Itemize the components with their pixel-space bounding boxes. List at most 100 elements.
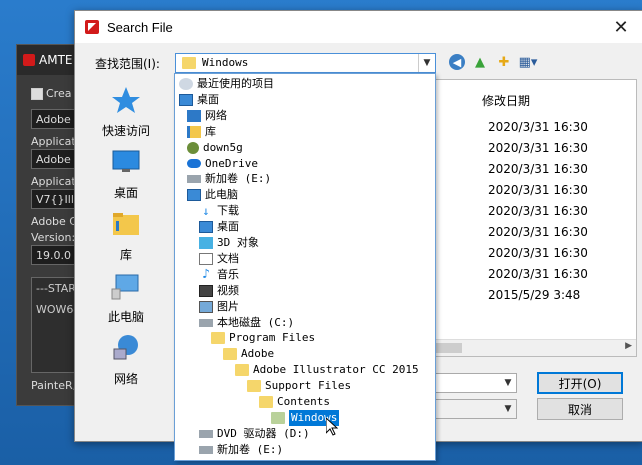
look-in-dropdown-list[interactable]: 最近使用的项目 桌面 网络库 down5g OneDrive 新加卷 (E:) 此电脑 ↓ 下载… bbox=[174, 73, 436, 461]
desktop-icon bbox=[112, 150, 140, 172]
dropdown-item-label: Program Files bbox=[229, 331, 316, 345]
dropdown-item-label: 新加卷 (E:) bbox=[217, 442, 284, 456]
dropdown-item[interactable]: Adobe bbox=[223, 346, 274, 362]
dropdown-item[interactable]: 桌面 bbox=[179, 92, 219, 108]
scroll-right-icon[interactable]: ▶ bbox=[625, 341, 632, 351]
file-date: 2020/3/31 16:30 bbox=[488, 225, 588, 239]
place-label: 库 bbox=[119, 248, 132, 262]
file-date: 2020/3/31 16:30 bbox=[488, 162, 588, 176]
app-logo-icon bbox=[85, 20, 99, 34]
dropdown-item-label: 网络 bbox=[205, 108, 227, 122]
dropdown-item[interactable]: DVD 驱动器 (D:) bbox=[199, 426, 310, 442]
monitor-icon bbox=[187, 189, 201, 202]
dropdown-item[interactable]: 图片 bbox=[199, 299, 239, 315]
dropdown-item[interactable]: 新加卷 (E:) bbox=[187, 171, 271, 187]
dropdown-item[interactable]: 3D 对象 bbox=[199, 235, 259, 251]
dropdown-item[interactable]: 此电脑 bbox=[187, 187, 238, 203]
cancel-button[interactable]: 取消 bbox=[537, 398, 623, 420]
dropdown-item[interactable]: 网络 bbox=[187, 108, 227, 124]
dropdown-item-label: Adobe Illustrator CC 2015 bbox=[253, 363, 419, 377]
music-icon: ♪ bbox=[202, 266, 210, 282]
new-folder-button[interactable]: ✚ bbox=[495, 53, 513, 71]
file-date: 2020/3/31 16:30 bbox=[488, 204, 588, 218]
dropdown-item-label: Contents bbox=[277, 395, 330, 408]
look-in-label: 查找范围(I): bbox=[95, 57, 160, 71]
pic-icon bbox=[199, 300, 213, 313]
folder-icon bbox=[259, 396, 273, 408]
dialog-title: Search File bbox=[107, 19, 173, 35]
dropdown-item-label: Support Files bbox=[265, 379, 352, 393]
folder-icon bbox=[211, 332, 225, 345]
dropdown-item[interactable]: Program Files bbox=[211, 330, 315, 346]
dropdown-item[interactable]: 桌面 bbox=[199, 219, 239, 235]
dropdown-item[interactable]: 新加卷 (E:) bbox=[199, 442, 283, 458]
dropdown-item-label: 本地磁盘 (C:) bbox=[217, 315, 295, 329]
folder-sel-icon bbox=[271, 411, 285, 424]
dropdown-item-label: 视频 bbox=[217, 283, 239, 297]
back-button[interactable]: ◀ bbox=[449, 54, 465, 70]
dropdown-item-label: 下载 bbox=[217, 204, 239, 218]
background-window-title: AMTE bbox=[39, 53, 73, 67]
arrowdl-icon: ↓ bbox=[202, 204, 210, 219]
place-label: 桌面 bbox=[113, 186, 138, 200]
column-header-modified[interactable]: 修改日期 bbox=[482, 92, 530, 109]
up-folder-button[interactable]: ▲ bbox=[471, 53, 489, 71]
place-label: 快速访问 bbox=[101, 124, 150, 138]
dropdown-item-label: 库 bbox=[205, 124, 216, 138]
dropdown-item[interactable]: 本地磁盘 (C:) bbox=[199, 315, 294, 331]
net-icon bbox=[187, 109, 201, 122]
dropdown-item-label: down5g bbox=[203, 140, 243, 154]
dropdown-item[interactable]: 视频 bbox=[199, 283, 239, 299]
close-button[interactable]: ✕ bbox=[599, 11, 642, 43]
dropdown-item-label: 新加卷 (E:) bbox=[205, 172, 272, 186]
place-quick-access[interactable]: 快速访问 bbox=[85, 85, 167, 139]
folder-icon bbox=[247, 380, 261, 393]
dropdown-item[interactable]: Support Files bbox=[247, 378, 351, 394]
cloud-icon bbox=[187, 159, 201, 168]
star-icon bbox=[112, 87, 140, 113]
chevron-down-icon[interactable]: ▼ bbox=[418, 54, 435, 72]
dropdown-item[interactable]: Adobe Illustrator CC 2015 bbox=[235, 362, 419, 378]
chevron-down-icon[interactable]: ▼ bbox=[500, 400, 516, 418]
dropdown-item[interactable]: OneDrive bbox=[187, 156, 258, 172]
dropdown-item-label: 音乐 bbox=[217, 267, 239, 281]
dropdown-item[interactable]: ♪ 音乐 bbox=[199, 267, 239, 283]
view-menu-button[interactable]: ▦▾ bbox=[519, 53, 538, 71]
open-button[interactable]: 打开(O) bbox=[537, 372, 623, 394]
file-date: 2020/3/31 16:30 bbox=[488, 267, 588, 281]
nav-toolbar: ◀ ▲ ✚ ▦▾ bbox=[449, 53, 537, 71]
dropdown-item[interactable]: 最近使用的项目 bbox=[179, 76, 274, 92]
dialog-titlebar[interactable]: Search File ✕ bbox=[75, 11, 642, 43]
place-network[interactable]: 网络 bbox=[85, 333, 167, 387]
checkbox-icon[interactable] bbox=[31, 88, 43, 100]
place-this-pc[interactable]: 此电脑 bbox=[85, 271, 167, 325]
dropdown-item[interactable]: Contents bbox=[259, 394, 330, 410]
dropdown-item[interactable]: down5g bbox=[187, 140, 243, 156]
dropdown-item-label: 图片 bbox=[217, 299, 239, 313]
monitor-icon bbox=[199, 221, 213, 234]
folder-icon bbox=[235, 364, 249, 377]
places-bar: 快速访问 桌面 库 此电脑 网络 bbox=[85, 81, 167, 401]
mouse-cursor-icon bbox=[326, 418, 338, 436]
chevron-down-icon[interactable]: ▼ bbox=[500, 374, 516, 392]
file-date: 2015/5/29 3:48 bbox=[488, 288, 581, 302]
app-logo-icon bbox=[23, 54, 35, 66]
place-desktop[interactable]: 桌面 bbox=[85, 147, 167, 201]
place-library[interactable]: 库 bbox=[85, 209, 167, 263]
network-icon bbox=[113, 335, 138, 360]
dropdown-item[interactable]: ↓ 下载 bbox=[199, 203, 239, 219]
dropdown-item-label: 文档 bbox=[217, 251, 239, 265]
file-date: 2020/3/31 16:30 bbox=[488, 141, 588, 155]
dropdown-item[interactable]: 文档 bbox=[199, 251, 239, 267]
dropdown-item-label: 3D 对象 bbox=[217, 236, 259, 249]
video-icon bbox=[199, 284, 213, 297]
place-label: 网络 bbox=[113, 372, 138, 386]
dropdown-item[interactable]: 库 bbox=[187, 124, 216, 140]
dropdown-item-label: Adobe bbox=[241, 347, 275, 361]
lib-icon bbox=[187, 125, 201, 138]
look-in-combobox[interactable]: Windows ▼ bbox=[175, 53, 436, 73]
monitor-icon bbox=[179, 93, 193, 106]
drive-icon bbox=[199, 318, 213, 327]
doc-icon bbox=[199, 252, 213, 265]
dropdown-item-label: DVD 驱动器 (D:) bbox=[217, 426, 310, 440]
